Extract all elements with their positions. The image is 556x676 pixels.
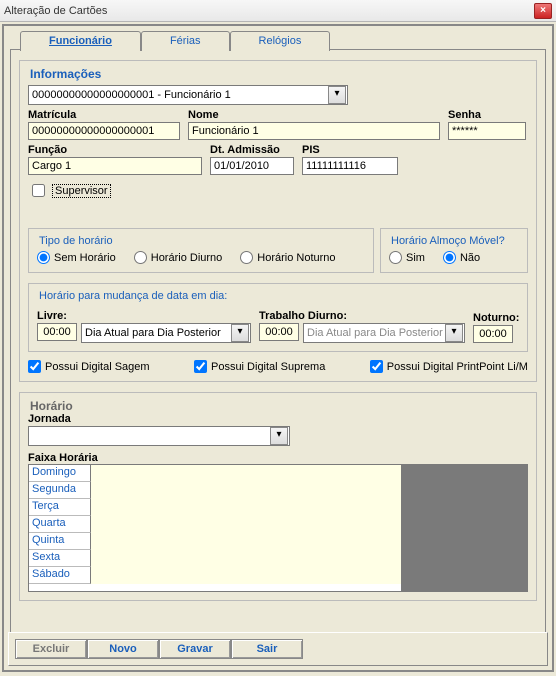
trabalho-diurno-select <box>303 323 465 343</box>
check-digital-printpoint[interactable]: Possui Digital PrintPoint Li/M <box>370 360 528 373</box>
trabalho-diurno-label: Trabalho Diurno: <box>259 310 465 322</box>
tipo-horario-group: Tipo de horário Sem Horário Horário Diur… <box>28 228 374 273</box>
day-cell: Sexta <box>29 550 91 567</box>
table-row[interactable]: Segunda <box>29 482 401 499</box>
value-cell[interactable] <box>91 567 401 584</box>
value-cell[interactable] <box>91 550 401 567</box>
novo-button[interactable]: Novo <box>87 639 159 659</box>
noturno-time-input[interactable] <box>473 325 513 343</box>
value-cell[interactable] <box>91 465 401 482</box>
table-empty-area <box>401 465 527 591</box>
jornada-select[interactable] <box>28 426 290 446</box>
senha-label: Senha <box>448 109 528 121</box>
supervisor-label: Supervisor <box>52 184 111 198</box>
check-digital-suprema[interactable]: Possui Digital Suprema <box>194 360 325 373</box>
digital-checks-row: Possui Digital Sagem Possui Digital Supr… <box>28 360 528 373</box>
mudanca-legend: Horário para mudança de data em dia: <box>37 290 229 302</box>
tab-relogios[interactable]: Relógios <box>230 31 331 51</box>
senha-input[interactable] <box>448 122 526 140</box>
livre-time-input[interactable] <box>37 323 77 341</box>
matricula-input[interactable] <box>28 122 180 140</box>
table-row[interactable]: Quinta <box>29 533 401 550</box>
table-row[interactable]: Quarta <box>29 516 401 533</box>
sair-button[interactable]: Sair <box>231 639 303 659</box>
value-cell[interactable] <box>91 533 401 550</box>
livre-select[interactable] <box>81 323 251 343</box>
table-row[interactable]: Sábado <box>29 567 401 584</box>
livre-label: Livre: <box>37 310 251 322</box>
outer-panel: Funcionário Férias Relógios Informações … <box>2 24 554 672</box>
admissao-label: Dt. Admissão <box>210 144 294 156</box>
excluir-button[interactable]: Excluir <box>15 639 87 659</box>
value-cell[interactable] <box>91 516 401 533</box>
informacoes-group: Informações Matrícula Nome Senha <box>19 60 537 382</box>
table-row[interactable]: Terça <box>29 499 401 516</box>
matricula-label: Matrícula <box>28 109 180 121</box>
funcao-label: Função <box>28 144 202 156</box>
noturno-label: Noturno: <box>473 312 519 324</box>
funcionario-select[interactable] <box>28 85 348 105</box>
supervisor-checkbox[interactable] <box>32 184 45 197</box>
tab-label: Relógios <box>259 35 302 47</box>
trabalho-diurno-time-input[interactable] <box>259 323 299 341</box>
horario-group: Horário Jornada Faixa Horária Domingo Se… <box>19 392 537 601</box>
pis-label: PIS <box>302 144 402 156</box>
pis-input[interactable] <box>302 157 398 175</box>
radio-horario-noturno[interactable]: Horário Noturno <box>240 251 335 264</box>
radio-almoco-sim[interactable]: Sim <box>389 251 425 264</box>
table-row[interactable]: Domingo <box>29 465 401 482</box>
titlebar: Alteração de Cartões × <box>0 0 556 22</box>
day-cell: Segunda <box>29 482 91 499</box>
almoco-movel-group: Horário Almoço Móvel? Sim Não <box>380 228 528 273</box>
informacoes-legend: Informações <box>28 67 103 81</box>
faixa-horaria-label: Faixa Horária <box>28 452 98 464</box>
mudanca-data-group: Horário para mudança de data em dia: Liv… <box>28 283 528 352</box>
admissao-input[interactable] <box>210 157 294 175</box>
table-row[interactable]: Sexta <box>29 550 401 567</box>
table-content: Domingo Segunda Terça Quarta Quinta Sext… <box>29 465 401 591</box>
tab-bar: Funcionário Férias Relógios <box>10 30 546 50</box>
tipo-horario-legend: Tipo de horário <box>37 235 115 247</box>
radio-horario-diurno[interactable]: Horário Diurno <box>134 251 223 264</box>
funcao-input[interactable] <box>28 157 202 175</box>
tab-label: Férias <box>170 35 201 47</box>
value-cell[interactable] <box>91 482 401 499</box>
day-cell: Domingo <box>29 465 91 482</box>
window-title: Alteração de Cartões <box>4 5 107 17</box>
day-cell: Quarta <box>29 516 91 533</box>
jornada-label: Jornada <box>28 413 528 425</box>
tab-ferias[interactable]: Férias <box>141 31 230 51</box>
supervisor-checkbox-row: Supervisor <box>28 181 528 200</box>
radio-almoco-nao[interactable]: Não <box>443 251 480 264</box>
gravar-button[interactable]: Gravar <box>159 639 231 659</box>
close-icon: × <box>540 5 546 16</box>
close-button[interactable]: × <box>534 3 552 19</box>
radio-sem-horario[interactable]: Sem Horário <box>37 251 116 264</box>
almoco-legend: Horário Almoço Móvel? <box>389 235 507 247</box>
tab-label: Funcionário <box>49 35 112 47</box>
main-panel: Informações Matrícula Nome Senha <box>10 49 546 641</box>
nome-label: Nome <box>188 109 440 121</box>
day-cell: Terça <box>29 499 91 516</box>
tab-funcionario[interactable]: Funcionário <box>20 31 141 51</box>
check-digital-sagem[interactable]: Possui Digital Sagem <box>28 360 150 373</box>
footer-buttons: Excluir Novo Gravar Sair <box>8 632 548 666</box>
faixa-horaria-table[interactable]: Domingo Segunda Terça Quarta Quinta Sext… <box>28 464 528 592</box>
horario-legend: Horário <box>28 399 75 413</box>
day-cell: Sábado <box>29 567 91 584</box>
value-cell[interactable] <box>91 499 401 516</box>
nome-input[interactable] <box>188 122 440 140</box>
day-cell: Quinta <box>29 533 91 550</box>
